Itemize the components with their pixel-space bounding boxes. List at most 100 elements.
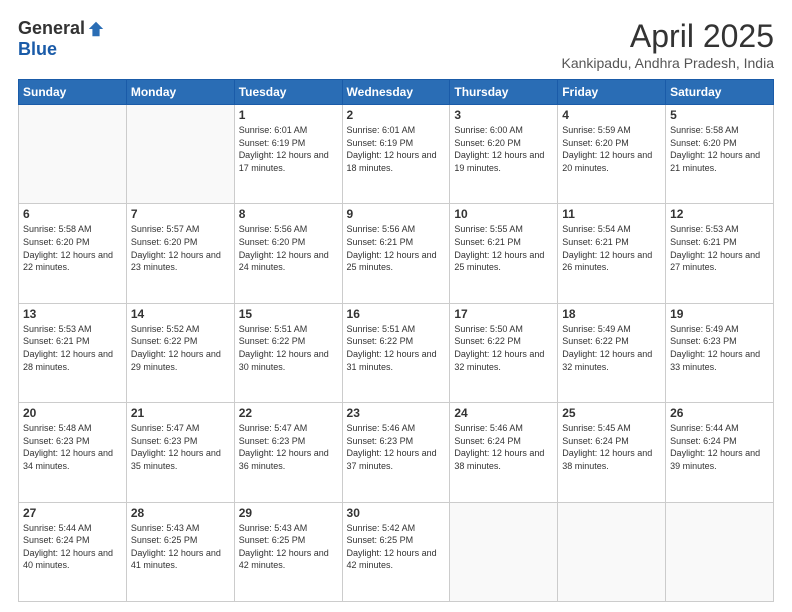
day-number: 4 [562, 108, 661, 122]
day-info: Sunrise: 5:46 AM Sunset: 6:24 PM Dayligh… [454, 422, 553, 472]
day-info: Sunrise: 5:55 AM Sunset: 6:21 PM Dayligh… [454, 223, 553, 273]
page: General Blue April 2025 Kankipadu, Andhr… [0, 0, 792, 612]
calendar-cell: 30 Sunrise: 5:42 AM Sunset: 6:25 PM Dayli… [342, 502, 450, 601]
calendar-cell: 16 Sunrise: 5:51 AM Sunset: 6:22 PM Dayli… [342, 303, 450, 402]
day-number: 15 [239, 307, 338, 321]
calendar-cell [126, 105, 234, 204]
day-info: Sunrise: 5:44 AM Sunset: 6:24 PM Dayligh… [23, 522, 122, 572]
day-info: Sunrise: 5:56 AM Sunset: 6:20 PM Dayligh… [239, 223, 338, 273]
day-info: Sunrise: 5:54 AM Sunset: 6:21 PM Dayligh… [562, 223, 661, 273]
calendar-cell: 28 Sunrise: 5:43 AM Sunset: 6:25 PM Dayli… [126, 502, 234, 601]
subtitle: Kankipadu, Andhra Pradesh, India [562, 55, 775, 71]
day-info: Sunrise: 5:53 AM Sunset: 6:21 PM Dayligh… [23, 323, 122, 373]
day-info: Sunrise: 5:58 AM Sunset: 6:20 PM Dayligh… [23, 223, 122, 273]
calendar-cell [19, 105, 127, 204]
calendar-cell: 3 Sunrise: 6:00 AM Sunset: 6:20 PM Daylig… [450, 105, 558, 204]
calendar-cell: 7Sunrise: 5:57 AM Sunset: 6:20 PM Daylig… [126, 204, 234, 303]
calendar-week-row: 20 Sunrise: 5:48 AM Sunset: 6:23 PM Dayli… [19, 403, 774, 502]
col-wednesday: Wednesday [342, 80, 450, 105]
logo: General Blue [18, 18, 105, 60]
calendar-week-row: 13 Sunrise: 5:53 AM Sunset: 6:21 PM Dayli… [19, 303, 774, 402]
day-number: 21 [131, 406, 230, 420]
day-number: 16 [347, 307, 446, 321]
calendar-cell: 8 Sunrise: 5:56 AM Sunset: 6:20 PM Daylig… [234, 204, 342, 303]
day-info: Sunrise: 5:42 AM Sunset: 6:25 PM Dayligh… [347, 522, 446, 572]
day-number: 30 [347, 506, 446, 520]
day-info: Sunrise: 6:00 AM Sunset: 6:20 PM Dayligh… [454, 124, 553, 174]
day-info: Sunrise: 5:52 AM Sunset: 6:22 PM Dayligh… [131, 323, 230, 373]
day-number: 9 [347, 207, 446, 221]
calendar-table: Sunday Monday Tuesday Wednesday Thursday… [18, 79, 774, 602]
calendar-cell: 2 Sunrise: 6:01 AM Sunset: 6:19 PM Daylig… [342, 105, 450, 204]
day-info: Sunrise: 5:51 AM Sunset: 6:22 PM Dayligh… [239, 323, 338, 373]
day-info: Sunrise: 5:43 AM Sunset: 6:25 PM Dayligh… [131, 522, 230, 572]
calendar-cell: 19Sunrise: 5:49 AM Sunset: 6:23 PM Dayli… [666, 303, 774, 402]
header: General Blue April 2025 Kankipadu, Andhr… [18, 18, 774, 71]
calendar-cell: 9 Sunrise: 5:56 AM Sunset: 6:21 PM Daylig… [342, 204, 450, 303]
calendar-cell: 21 Sunrise: 5:47 AM Sunset: 6:23 PM Dayli… [126, 403, 234, 502]
day-number: 27 [23, 506, 122, 520]
day-number: 28 [131, 506, 230, 520]
calendar-cell: 14 Sunrise: 5:52 AM Sunset: 6:22 PM Dayli… [126, 303, 234, 402]
calendar-cell: 17Sunrise: 5:50 AM Sunset: 6:22 PM Dayli… [450, 303, 558, 402]
calendar-cell [558, 502, 666, 601]
calendar-cell: 11Sunrise: 5:54 AM Sunset: 6:21 PM Dayli… [558, 204, 666, 303]
day-info: Sunrise: 5:49 AM Sunset: 6:23 PM Dayligh… [670, 323, 769, 373]
day-info: Sunrise: 6:01 AM Sunset: 6:19 PM Dayligh… [347, 124, 446, 174]
col-friday: Friday [558, 80, 666, 105]
logo-blue: Blue [18, 39, 57, 60]
day-number: 18 [562, 307, 661, 321]
logo-general: General [18, 18, 85, 39]
day-info: Sunrise: 5:58 AM Sunset: 6:20 PM Dayligh… [670, 124, 769, 174]
day-number: 14 [131, 307, 230, 321]
logo-icon [87, 20, 105, 38]
calendar-cell: 6 Sunrise: 5:58 AM Sunset: 6:20 PM Daylig… [19, 204, 127, 303]
month-title: April 2025 [562, 18, 775, 55]
day-info: Sunrise: 5:53 AM Sunset: 6:21 PM Dayligh… [670, 223, 769, 273]
calendar-cell: 4 Sunrise: 5:59 AM Sunset: 6:20 PM Daylig… [558, 105, 666, 204]
day-number: 22 [239, 406, 338, 420]
calendar-cell: 22 Sunrise: 5:47 AM Sunset: 6:23 PM Dayli… [234, 403, 342, 502]
day-number: 13 [23, 307, 122, 321]
day-number: 24 [454, 406, 553, 420]
day-number: 20 [23, 406, 122, 420]
day-info: Sunrise: 5:44 AM Sunset: 6:24 PM Dayligh… [670, 422, 769, 472]
calendar-week-row: 6 Sunrise: 5:58 AM Sunset: 6:20 PM Daylig… [19, 204, 774, 303]
day-number: 29 [239, 506, 338, 520]
calendar-cell [450, 502, 558, 601]
calendar-cell: 26Sunrise: 5:44 AM Sunset: 6:24 PM Dayli… [666, 403, 774, 502]
calendar-cell: 24 Sunrise: 5:46 AM Sunset: 6:24 PM Dayli… [450, 403, 558, 502]
calendar-cell: 1 Sunrise: 6:01 AM Sunset: 6:19 PM Daylig… [234, 105, 342, 204]
calendar-cell [666, 502, 774, 601]
day-info: Sunrise: 5:47 AM Sunset: 6:23 PM Dayligh… [239, 422, 338, 472]
day-number: 2 [347, 108, 446, 122]
day-info: Sunrise: 5:56 AM Sunset: 6:21 PM Dayligh… [347, 223, 446, 273]
calendar-cell: 15 Sunrise: 5:51 AM Sunset: 6:22 PM Dayli… [234, 303, 342, 402]
col-saturday: Saturday [666, 80, 774, 105]
day-info: Sunrise: 5:49 AM Sunset: 6:22 PM Dayligh… [562, 323, 661, 373]
calendar-cell: 10 Sunrise: 5:55 AM Sunset: 6:21 PM Dayli… [450, 204, 558, 303]
day-number: 8 [239, 207, 338, 221]
day-number: 10 [454, 207, 553, 221]
col-sunday: Sunday [19, 80, 127, 105]
calendar-cell: 27 Sunrise: 5:44 AM Sunset: 6:24 PM Dayli… [19, 502, 127, 601]
day-number: 17 [454, 307, 553, 321]
day-info: Sunrise: 5:59 AM Sunset: 6:20 PM Dayligh… [562, 124, 661, 174]
calendar-week-row: 1 Sunrise: 6:01 AM Sunset: 6:19 PM Daylig… [19, 105, 774, 204]
calendar-cell: 12Sunrise: 5:53 AM Sunset: 6:21 PM Dayli… [666, 204, 774, 303]
day-number: 7 [131, 207, 230, 221]
calendar-header-row: Sunday Monday Tuesday Wednesday Thursday… [19, 80, 774, 105]
col-tuesday: Tuesday [234, 80, 342, 105]
calendar-cell: 29Sunrise: 5:43 AM Sunset: 6:25 PM Dayli… [234, 502, 342, 601]
calendar-cell: 18 Sunrise: 5:49 AM Sunset: 6:22 PM Dayli… [558, 303, 666, 402]
day-number: 3 [454, 108, 553, 122]
day-number: 23 [347, 406, 446, 420]
day-info: Sunrise: 5:48 AM Sunset: 6:23 PM Dayligh… [23, 422, 122, 472]
calendar-cell: 23Sunrise: 5:46 AM Sunset: 6:23 PM Dayli… [342, 403, 450, 502]
day-info: Sunrise: 5:47 AM Sunset: 6:23 PM Dayligh… [131, 422, 230, 472]
day-number: 1 [239, 108, 338, 122]
day-info: Sunrise: 6:01 AM Sunset: 6:19 PM Dayligh… [239, 124, 338, 174]
day-info: Sunrise: 5:51 AM Sunset: 6:22 PM Dayligh… [347, 323, 446, 373]
col-monday: Monday [126, 80, 234, 105]
day-number: 6 [23, 207, 122, 221]
